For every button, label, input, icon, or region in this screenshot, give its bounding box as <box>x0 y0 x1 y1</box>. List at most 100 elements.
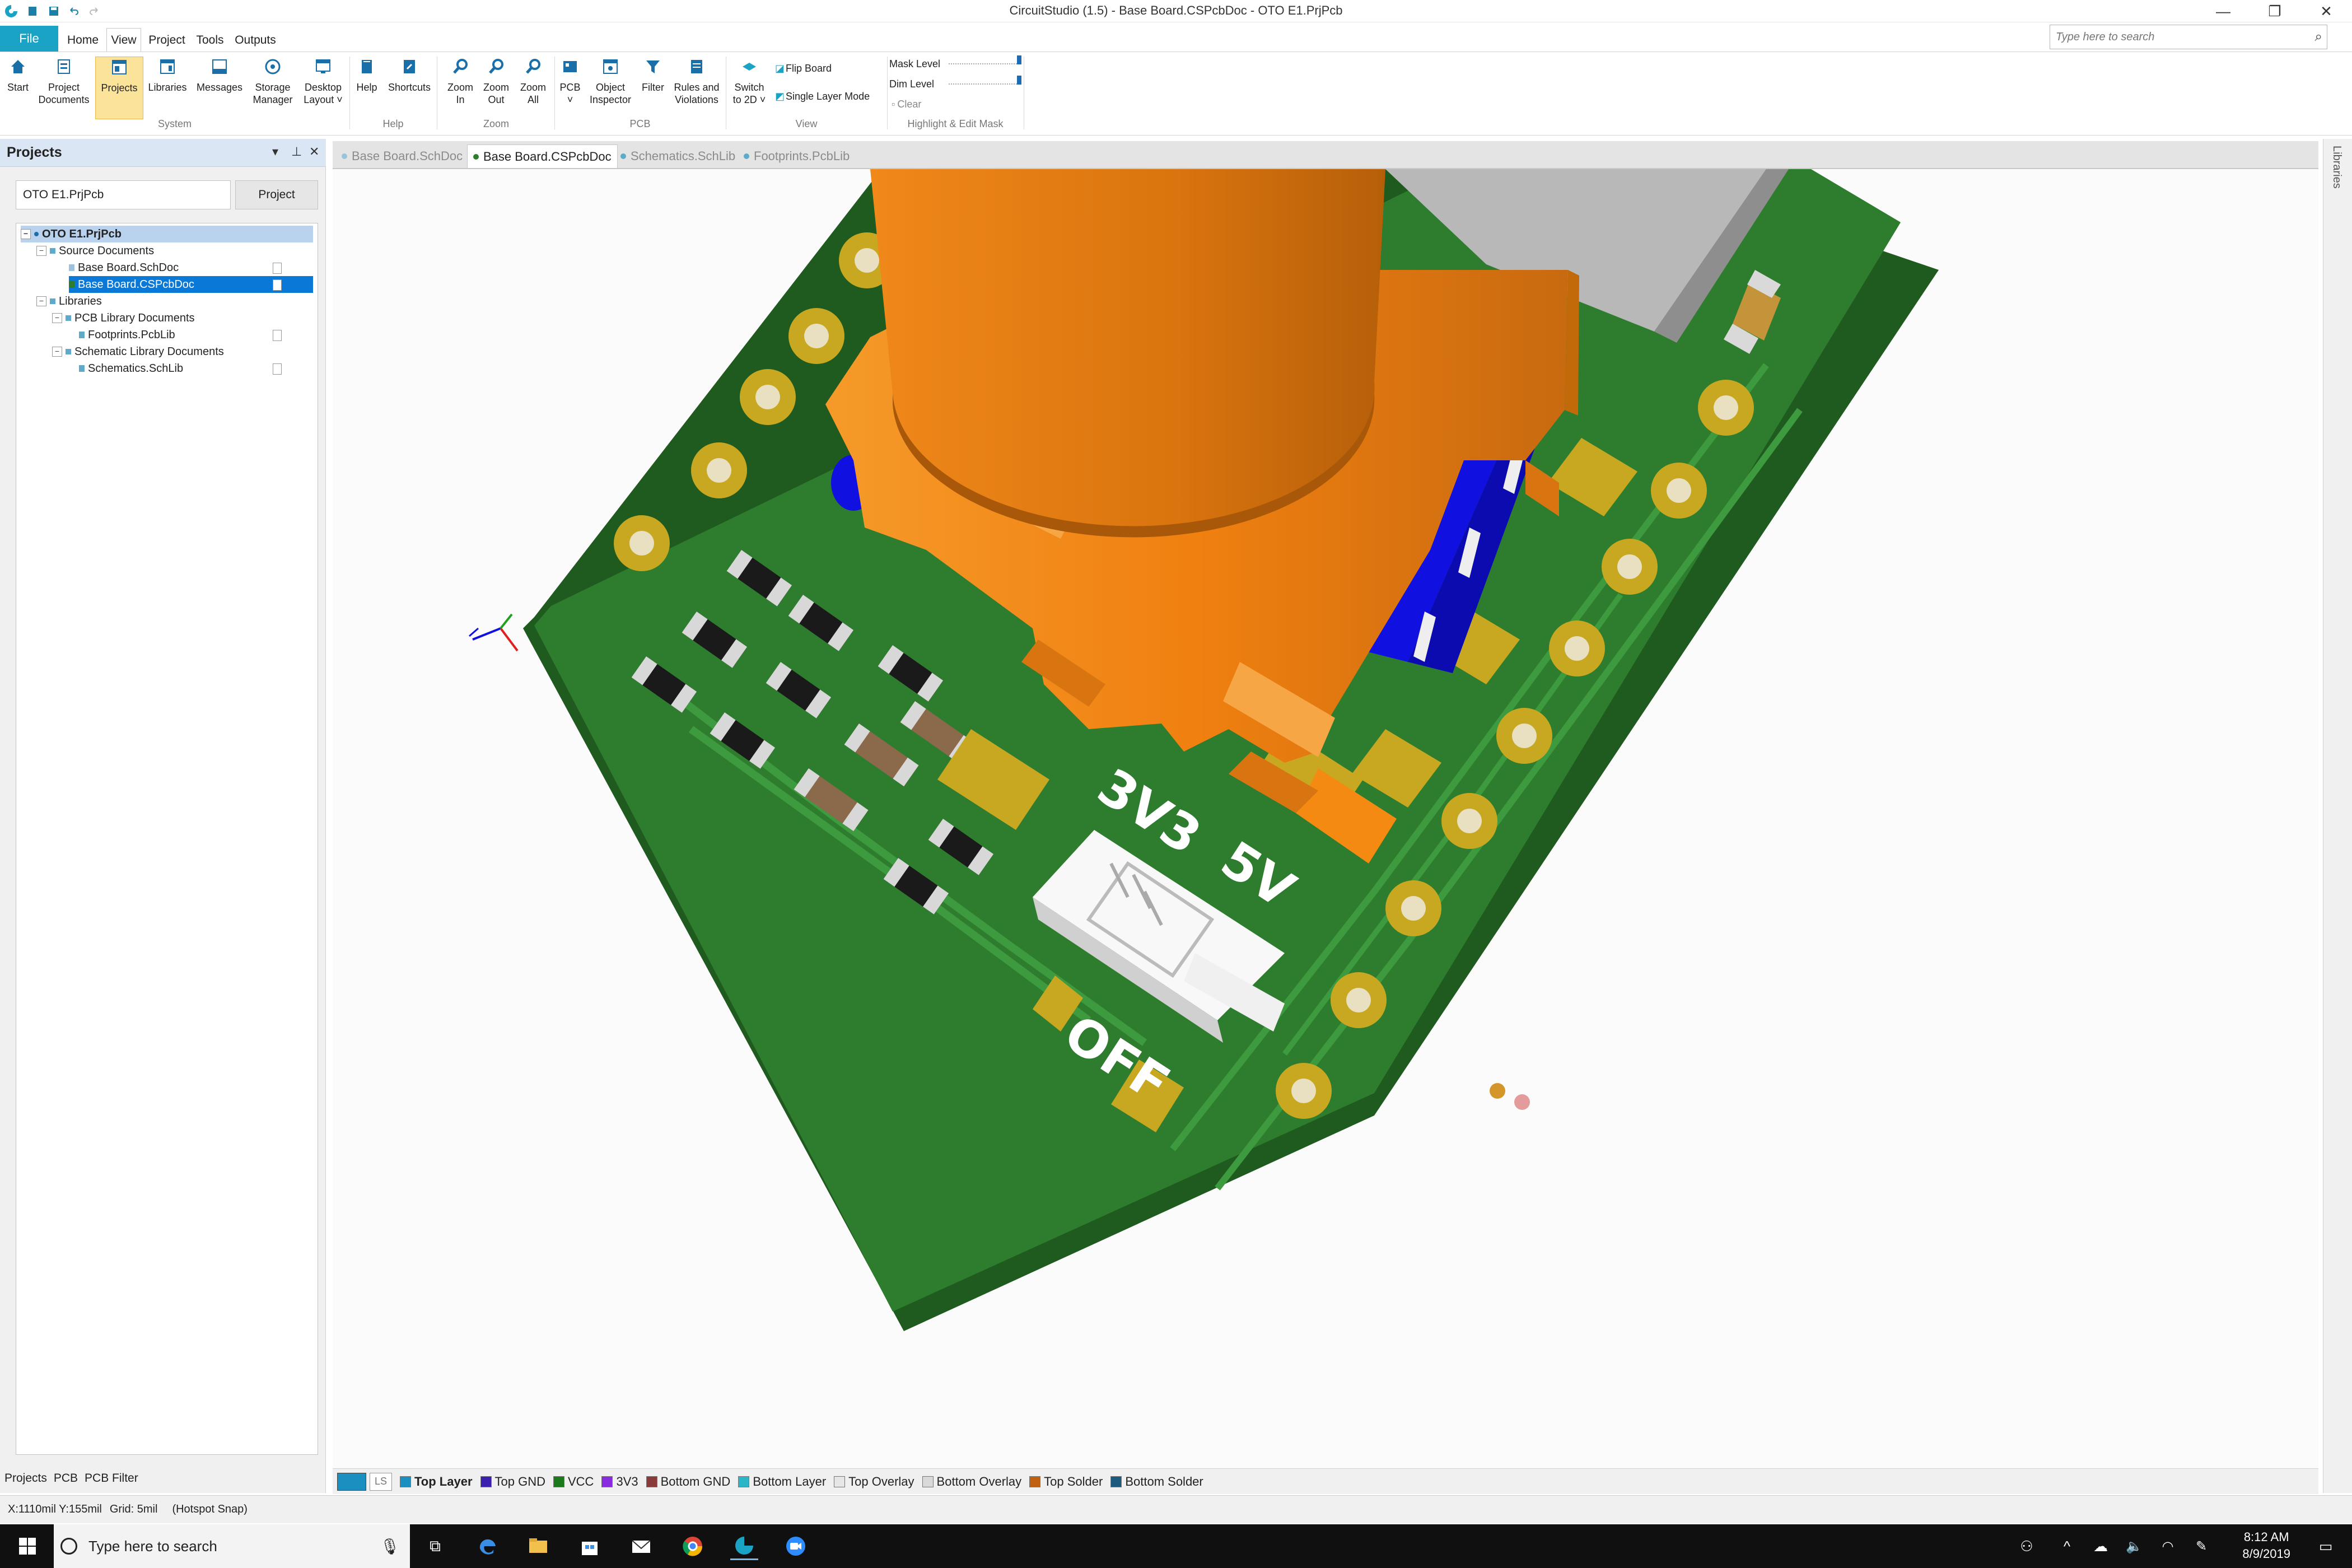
project-name-field[interactable]: OTO E1.PrjPcb <box>16 180 231 209</box>
zoom-all-button[interactable]: Zoom All <box>513 57 553 119</box>
group-view: View <box>795 118 818 129</box>
pin-icon[interactable]: ⊥ <box>291 144 302 159</box>
tree-item-schlib[interactable]: Schematics.SchLib <box>79 360 183 377</box>
panel-tab-pcb-filter[interactable]: PCB Filter <box>85 1472 138 1485</box>
windows-start-icon[interactable] <box>13 1532 41 1560</box>
collapse-icon[interactable]: − <box>52 313 62 323</box>
flip-board-button[interactable]: ◪ Flip Board <box>775 61 832 76</box>
layer-tab-bottom-solder[interactable]: Bottom Solder <box>1110 1474 1203 1489</box>
search-icon[interactable]: ⌕ <box>2315 25 2322 49</box>
dim-level-slider[interactable] <box>949 76 1021 85</box>
layer-swatch <box>400 1476 411 1487</box>
project-documents-button[interactable]: Project Documents <box>35 57 93 119</box>
chrome-icon[interactable] <box>679 1532 707 1560</box>
people-icon[interactable]: ⚇ <box>2013 1532 2041 1560</box>
layer-tab-top-layer[interactable]: Top Layer <box>400 1474 473 1489</box>
zoom-in-button[interactable]: Zoom In <box>439 57 482 119</box>
zoom-out-button[interactable]: Zoom Out <box>476 57 516 119</box>
layer-set-button[interactable]: LS <box>370 1472 392 1491</box>
microphone-icon[interactable]: 🎙 <box>380 1537 400 1556</box>
file-explorer-icon[interactable] <box>524 1532 552 1560</box>
tree-item-project[interactable]: − OTO E1.PrjPcb <box>21 226 313 242</box>
flip-board-icon: ◪ <box>775 62 785 74</box>
zoom-app-icon[interactable] <box>782 1532 810 1560</box>
project-documents-icon <box>54 57 74 77</box>
close-button[interactable]: ✕ <box>2300 0 2352 22</box>
layer-tab-bottom-layer[interactable]: Bottom Layer <box>738 1474 826 1489</box>
filter-button[interactable]: Filter <box>636 57 670 119</box>
switch-2d-button[interactable]: Switch to 2D ˅ <box>728 57 771 119</box>
layer-tab-top-overlay[interactable]: Top Overlay <box>834 1474 914 1489</box>
libraries-side-tab[interactable]: Libraries <box>2330 146 2343 189</box>
tree-item-schdoc[interactable]: Base Board.SchDoc <box>69 259 179 276</box>
help-button[interactable]: Help <box>352 57 382 119</box>
start-button[interactable]: Start <box>2 57 34 119</box>
taskbar-clock[interactable]: 8:12 AM 8/9/2019 <box>2242 1529 2290 1562</box>
clear-button[interactable]: ▫ Clear <box>892 97 921 111</box>
tab-view[interactable]: View <box>106 28 141 52</box>
doc-tab-schdoc[interactable]: Base Board.SchDoc <box>336 144 468 168</box>
project-button[interactable]: Project <box>235 180 318 209</box>
volume-icon[interactable]: 🔈 <box>2120 1532 2148 1560</box>
store-icon[interactable] <box>576 1532 604 1560</box>
messages-button[interactable]: Messages <box>193 57 246 119</box>
collapse-icon[interactable]: − <box>36 296 46 306</box>
doc-tab-pcblib[interactable]: Footprints.PcbLib <box>738 144 855 168</box>
layer-tab-bottom-gnd[interactable]: Bottom GND <box>646 1474 730 1489</box>
pen-icon[interactable]: ✎ <box>2187 1532 2215 1560</box>
collapse-icon[interactable]: − <box>52 347 62 357</box>
circuitstudio-taskbar-icon[interactable] <box>730 1532 758 1560</box>
libraries-label: Libraries <box>148 82 187 93</box>
rules-violations-button[interactable]: Rules and Violations <box>670 57 724 119</box>
tab-home[interactable]: Home <box>66 30 100 50</box>
minimize-button[interactable]: — <box>2197 0 2249 22</box>
layer-tab-top-solder[interactable]: Top Solder <box>1029 1474 1103 1489</box>
onedrive-icon[interactable]: ☁ <box>2087 1532 2115 1560</box>
collapse-icon[interactable]: − <box>36 246 46 256</box>
layer-tab-vcc[interactable]: VCC <box>553 1474 594 1489</box>
tab-outputs[interactable]: Outputs <box>232 30 279 50</box>
pcb-3d-viewport[interactable]: 3V3 5V OFF <box>333 169 2318 1468</box>
doc-tab-schlib[interactable]: Schematics.SchLib <box>615 144 741 168</box>
layer-tab-bottom-overlay[interactable]: Bottom Overlay <box>922 1474 1021 1489</box>
tab-project[interactable]: Project <box>147 30 187 50</box>
restore-button[interactable]: ❐ <box>2249 0 2300 22</box>
mask-level-slider[interactable] <box>949 55 1021 64</box>
panel-tab-projects[interactable]: Projects <box>4 1472 47 1485</box>
tab-tools[interactable]: Tools <box>194 30 226 50</box>
single-layer-mode-button[interactable]: ◩ Single Layer Mode <box>775 89 870 104</box>
panel-tab-pcb[interactable]: PCB <box>54 1472 78 1485</box>
object-inspector-button[interactable]: Object Inspector <box>585 57 636 119</box>
mask-level-knob[interactable] <box>1017 55 1021 64</box>
document-status-icon <box>273 330 282 341</box>
zoom-in-icon <box>450 57 470 77</box>
tree-item-schematic-library-documents[interactable]: − Schematic Library Documents <box>52 343 224 360</box>
taskbar-search-input[interactable]: Type here to search 🎙 <box>54 1524 410 1568</box>
wifi-icon[interactable]: ◠ <box>2154 1532 2182 1560</box>
libraries-button[interactable]: Libraries <box>144 57 190 119</box>
current-layer-color[interactable] <box>337 1472 366 1491</box>
edge-browser-icon[interactable] <box>474 1532 502 1560</box>
doc-tab-pcbdoc[interactable]: Base Board.CSPcbDoc <box>467 144 618 168</box>
desktop-layout-button[interactable]: Desktop Layout ˅ <box>299 57 347 119</box>
collapse-icon[interactable]: − <box>21 229 31 239</box>
mail-icon[interactable] <box>627 1532 655 1560</box>
panel-menu-icon[interactable]: ▾ <box>272 144 278 159</box>
projects-button[interactable]: Projects <box>95 57 143 119</box>
show-hidden-icons[interactable]: ^ <box>2053 1532 2081 1560</box>
tree-item-pcblib[interactable]: Footprints.PcbLib <box>79 326 175 343</box>
notifications-icon[interactable]: ▭ <box>2312 1532 2340 1560</box>
pcb-button[interactable]: PCB ˅ <box>557 57 584 119</box>
layer-tab-top-gnd[interactable]: Top GND <box>480 1474 545 1489</box>
shortcuts-button[interactable]: Shortcuts <box>384 57 435 119</box>
storage-manager-button[interactable]: Storage Manager <box>249 57 297 119</box>
tree-item-pcb-library-documents[interactable]: − PCB Library Documents <box>52 310 195 326</box>
dim-level-knob[interactable] <box>1017 76 1021 85</box>
panel-close-icon[interactable]: ✕ <box>309 144 319 159</box>
search-input[interactable]: Type here to search ⌕ <box>2050 25 2327 49</box>
tree-item-source-documents[interactable]: − Source Documents <box>36 242 154 259</box>
layer-tab-3v3[interactable]: 3V3 <box>601 1474 638 1489</box>
tree-item-libraries[interactable]: − Libraries <box>36 293 102 310</box>
file-menu[interactable]: File <box>0 26 58 52</box>
task-view-icon[interactable]: ⧉ <box>421 1532 449 1560</box>
